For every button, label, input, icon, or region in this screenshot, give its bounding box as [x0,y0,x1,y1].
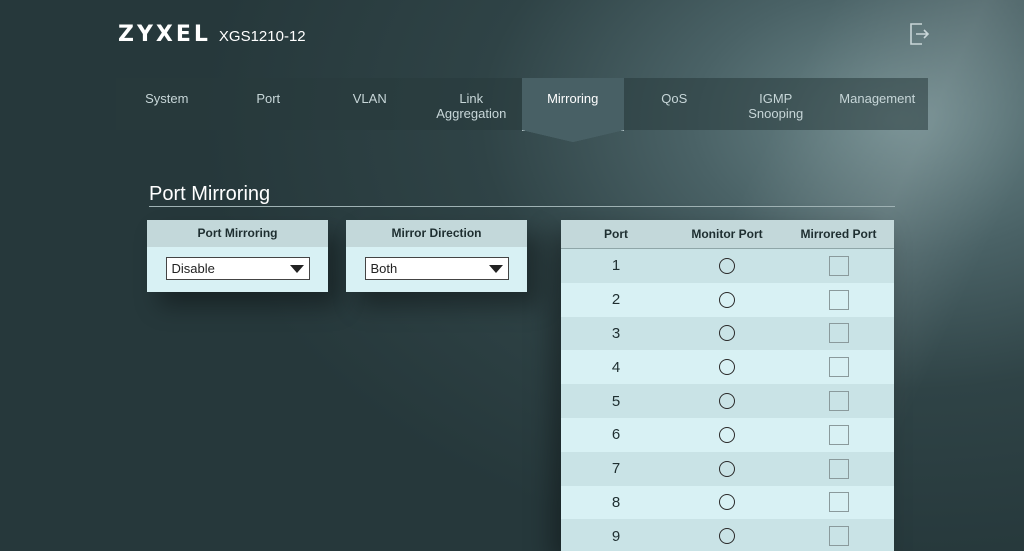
port-number: 7 [611,460,621,478]
tab-management[interactable]: Management [827,78,929,130]
port-mirroring-select[interactable]: Disable [165,257,310,280]
monitor-port-radio[interactable] [719,426,735,443]
select-value: Disable [171,261,215,276]
port-number: 1 [611,257,621,275]
tab-link-aggregation[interactable]: Link Aggregation [421,78,523,130]
title-divider [149,206,895,207]
tab-label: Mirroring [547,91,599,106]
table-row: 1 [561,249,894,283]
mirror-direction-select[interactable]: Both [364,257,509,280]
tab-label: Management [839,91,916,106]
monitor-port-radio[interactable] [719,257,735,274]
tab-qos[interactable]: QoS [624,78,726,130]
chevron-down-icon [289,265,304,273]
brand-logo: ZYXEL [118,22,211,47]
tab-label-line2: Snooping [748,106,804,121]
port-number: 8 [611,493,621,511]
port-number: 9 [611,527,621,545]
tab-vlan[interactable]: VLAN [319,78,421,130]
monitor-port-radio[interactable] [719,460,735,477]
mirrored-port-checkbox[interactable] [828,526,849,547]
table-header: Port Monitor Port Mirrored Port [561,220,894,249]
mirrored-port-checkbox[interactable] [828,323,849,344]
port-mirroring-card: Port Mirroring Disable [147,220,328,292]
mirrored-port-checkbox[interactable] [828,357,849,378]
monitor-port-radio[interactable] [719,528,735,545]
tab-label: QoS [661,91,688,106]
brand: ZYXEL XGS1210-12 [118,22,306,47]
mirrored-port-checkbox[interactable] [828,492,849,513]
column-header-port: Port [604,227,628,241]
monitor-port-radio[interactable] [719,359,735,376]
select-value: Both [370,261,398,276]
column-header-mirrored-port: Mirrored Port [800,227,877,241]
chevron-down-icon [488,265,503,273]
table-row: 5 [561,384,894,418]
port-number: 6 [611,426,621,444]
port-number: 3 [611,324,621,342]
device-model: XGS1210-12 [218,28,306,45]
ports-table: Port Monitor Port Mirrored Port 1 2 3 4 … [561,220,894,551]
monitor-port-radio[interactable] [719,325,735,342]
mirrored-port-checkbox[interactable] [828,391,849,412]
tab-system[interactable]: System [116,78,218,130]
table-row: 6 [561,418,894,452]
mirrored-port-checkbox[interactable] [828,289,849,310]
tab-label: VLAN [352,91,387,106]
port-number: 4 [611,358,621,376]
table-row: 7 [561,451,894,486]
column-header-monitor-port: Monitor Port [691,227,763,241]
monitor-port-radio[interactable] [719,291,735,308]
mirrored-port-checkbox[interactable] [828,255,849,276]
card-header: Port Mirroring [147,220,328,247]
tab-label-line2: Aggregation [436,106,507,121]
tab-label: Link [459,91,484,106]
mirrored-port-checkbox[interactable] [828,424,849,445]
table-row: 3 [561,316,894,351]
table-row: 2 [561,283,894,317]
monitor-port-radio[interactable] [719,494,735,511]
tab-label: System [145,91,189,106]
tab-port[interactable]: Port [218,78,320,130]
logout-icon[interactable] [908,22,930,46]
main-nav: System Port VLAN Link Aggregation Mirror… [116,78,929,131]
port-number: 5 [611,392,621,410]
port-number: 2 [611,291,621,309]
mirror-direction-card: Mirror Direction Both [346,220,527,292]
card-header: Mirror Direction [346,220,527,247]
table-body: 1 2 3 4 5 6 7 8 9 [561,249,894,551]
tab-igmp-snooping[interactable]: IGMP Snooping [725,78,827,130]
tab-mirroring[interactable]: Mirroring [522,78,624,131]
tab-label: Port [256,91,281,106]
tab-label: IGMP [759,91,793,106]
table-row: 8 [561,486,894,520]
mirrored-port-checkbox[interactable] [828,458,849,479]
table-row: 9 [561,519,894,551]
table-row: 4 [561,350,894,384]
page-title: Port Mirroring [149,183,271,205]
monitor-port-radio[interactable] [719,393,735,410]
